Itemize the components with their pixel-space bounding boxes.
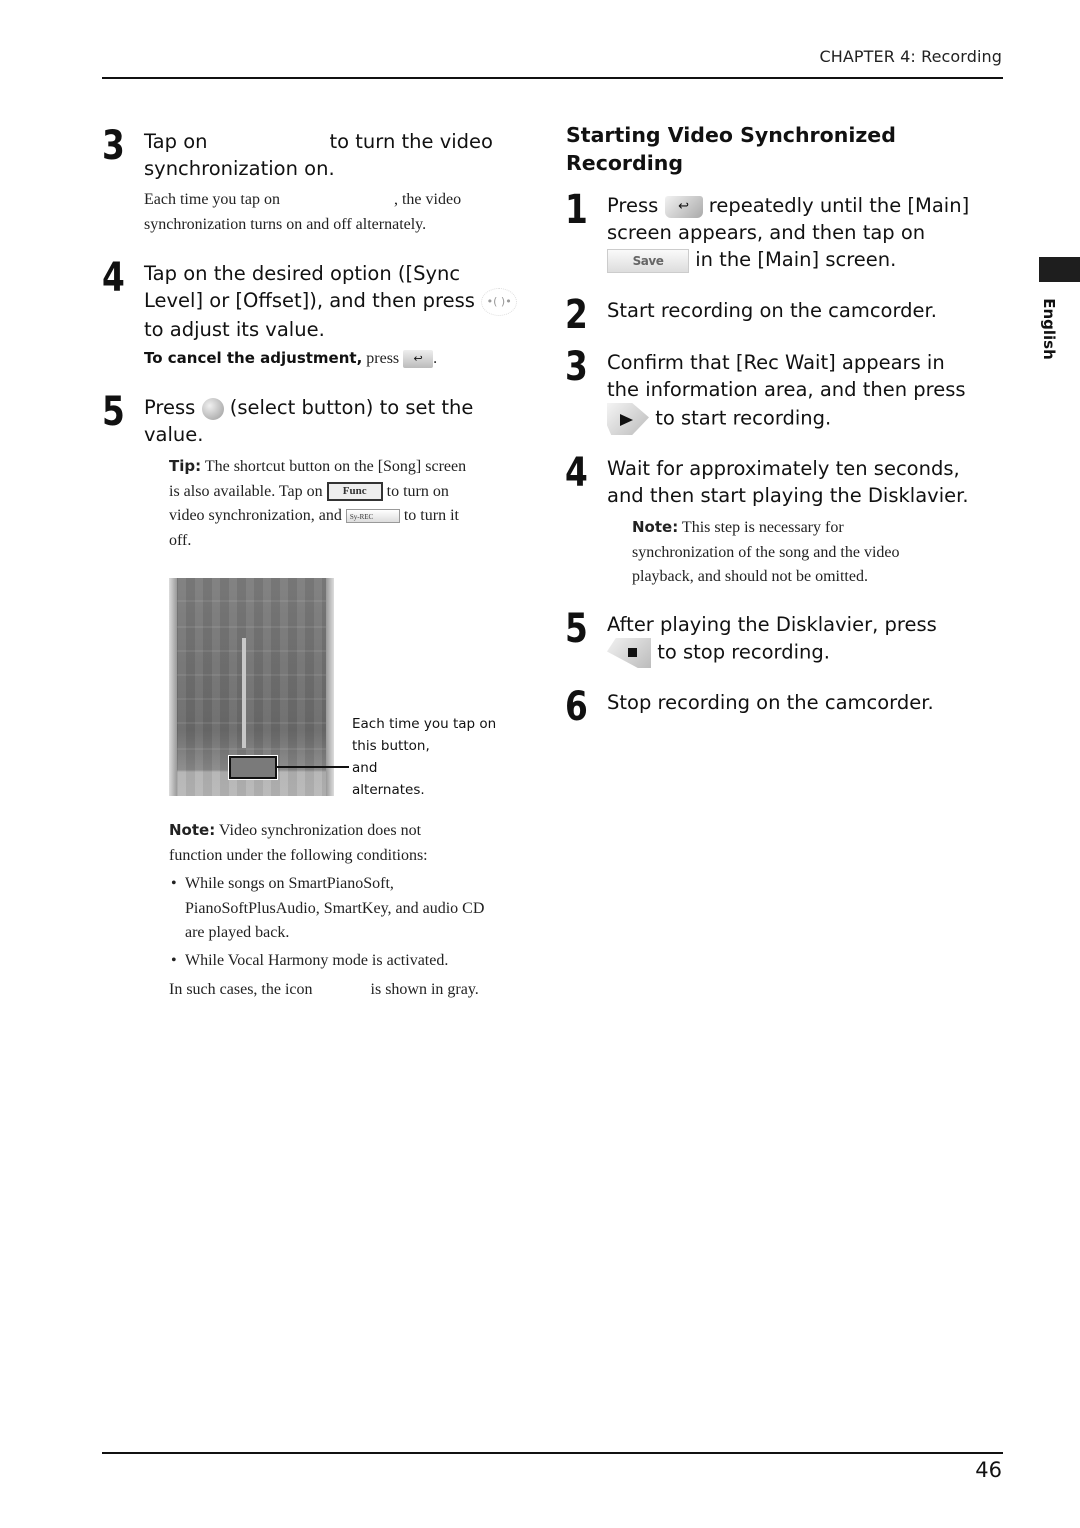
section-heading: Starting Video Synchronized Recording	[566, 123, 896, 175]
step-number: 6	[565, 684, 588, 730]
note-label: Note:	[169, 821, 216, 839]
highlighted-sync-button	[228, 755, 278, 780]
step-text: Tap on the desired option ([Sync Level] …	[144, 260, 518, 343]
back-icon: ↩	[664, 195, 703, 218]
step-number: 4	[565, 450, 588, 496]
step-number: 2	[565, 292, 588, 338]
step-text: Press ↩ repeatedly until the [Main] scre…	[607, 194, 970, 273]
step-number: 3	[102, 123, 125, 169]
step-number: 5	[565, 606, 588, 652]
figure-callout: Each time you tap on this button, and al…	[352, 716, 497, 798]
chapter-header: CHAPTER 4: Recording	[819, 47, 1002, 66]
note-block: Note: Video synchronization does not fun…	[169, 818, 529, 1003]
tip-label: Tip:	[169, 457, 202, 475]
play-icon	[607, 403, 649, 435]
select-button-icon	[201, 397, 224, 420]
note-condition: While songs on SmartPianoSoft, PianoSoft…	[169, 872, 504, 946]
step-text: Press (select button) to set the value.	[144, 396, 474, 446]
step-text: After playing the Disklavier, press to s…	[607, 611, 937, 668]
header-rule	[102, 77, 1003, 79]
tip-block: Tip: The shortcut button on the [Song] s…	[169, 457, 467, 549]
save-button-icon: Save	[607, 248, 689, 273]
step-text: Wait for approximately ten seconds, and …	[607, 457, 969, 507]
dial-icon: •( )•	[481, 287, 518, 316]
page-number: 46	[975, 1458, 1002, 1482]
callout-line	[275, 766, 349, 768]
note-label: Note:	[632, 518, 679, 536]
back-icon: ↩	[403, 350, 434, 369]
language-tab: English	[1040, 298, 1058, 360]
footer-rule	[102, 1452, 1003, 1454]
right-step-4-note: Note: This step is necessary for synchro…	[632, 518, 900, 585]
step-text: Confirm that [Rec Wait] appears in the i…	[607, 349, 966, 435]
step-text: Tap on to turn the video synchronization …	[144, 130, 493, 180]
step-number: 4	[102, 255, 125, 301]
note-condition: While Vocal Harmony mode is activated.	[169, 949, 504, 974]
step-number: 3	[565, 344, 588, 390]
note-conditions-list: While songs on SmartPianoSoft, PianoSoft…	[169, 872, 504, 973]
step-text: Start recording on the camcorder.	[607, 299, 937, 322]
stop-icon	[607, 638, 651, 668]
step-number: 5	[102, 389, 125, 435]
left-step-3-detail: Each time you tap on, the video synchron…	[144, 191, 462, 233]
func-button-icon: Func	[326, 482, 383, 502]
screen-screenshot-figure	[169, 578, 334, 796]
cancel-adjustment-hint: To cancel the adjustment, press ↩.	[144, 349, 438, 369]
step-number: 1	[565, 187, 588, 233]
language-tab-marker	[1039, 257, 1080, 282]
step-text: Stop recording on the camcorder.	[607, 691, 934, 714]
sync-rec-button-icon: Sy-REC	[345, 509, 400, 524]
